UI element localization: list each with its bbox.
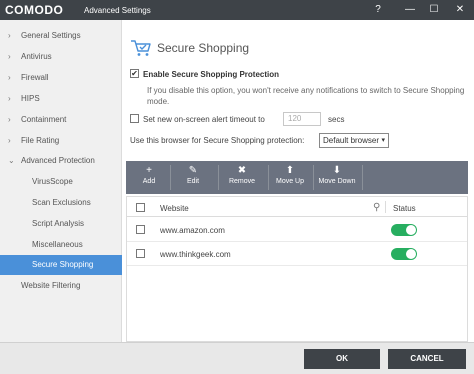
toolbar-divider: [313, 165, 314, 190]
chevron-right-icon: ›: [8, 136, 11, 145]
toggle-knob: [406, 225, 416, 235]
search-icon[interactable]: ⚲: [373, 202, 380, 213]
minimize-button[interactable]: —: [402, 2, 418, 17]
chevron-right-icon: ›: [8, 31, 11, 40]
table-header: Website ⚲ Status: [127, 197, 467, 217]
chevron-right-icon: ›: [8, 73, 11, 82]
ok-button[interactable]: OK: [304, 349, 380, 369]
window-title: Advanced Settings: [84, 6, 151, 15]
move-up-button[interactable]: ⬆ Move Up: [272, 161, 308, 194]
sidebar-item-label: File Rating: [21, 136, 60, 145]
sidebar-item-hips[interactable]: › HIPS: [0, 89, 122, 109]
chevron-right-icon: ›: [8, 94, 11, 103]
select-all-checkbox[interactable]: [136, 203, 145, 212]
enable-secure-shopping-label: Enable Secure Shopping Protection: [143, 70, 280, 79]
row-checkbox[interactable]: [136, 225, 145, 234]
sidebar-item-label: Script Analysis: [32, 219, 85, 228]
sidebar-item-file-rating[interactable]: › File Rating: [0, 131, 122, 151]
move-down-label: Move Down: [318, 178, 356, 185]
remove-icon: ✖: [237, 165, 247, 176]
column-header-status: Status: [393, 204, 416, 213]
alert-timeout-input[interactable]: 120: [283, 112, 321, 126]
remove-button[interactable]: ✖ Remove: [225, 161, 259, 194]
website-cell: www.amazon.com: [160, 226, 225, 235]
remove-label: Remove: [228, 178, 256, 185]
rules-toolbar: + Add ✎ Edit ✖ Remove ⬆ Move Up ⬇ Move D…: [126, 161, 468, 194]
sidebar-item-label: General Settings: [21, 31, 81, 40]
toolbar-divider: [362, 165, 363, 190]
arrow-up-icon: ⬆: [285, 165, 295, 176]
shopping-cart-icon: [131, 40, 151, 56]
maximize-button[interactable]: ☐: [426, 2, 442, 17]
add-label: Add: [142, 178, 156, 185]
sidebar-item-advanced-protection[interactable]: ⌄ Advanced Protection: [0, 151, 122, 171]
sidebar-item-label: Website Filtering: [21, 281, 81, 290]
sidebar-item-antivirus[interactable]: › Antivirus: [0, 47, 122, 67]
sidebar-item-label: Antivirus: [21, 52, 52, 61]
edit-button[interactable]: ✎ Edit: [178, 161, 208, 194]
browser-select[interactable]: Default browser ▾: [319, 133, 389, 148]
table-row[interactable]: www.thinkgeek.com: [127, 242, 467, 266]
column-divider: [385, 201, 386, 213]
toggle-knob: [406, 249, 416, 259]
add-button[interactable]: + Add: [134, 161, 164, 194]
sidebar-item-label: Scan Exclusions: [32, 198, 91, 207]
sidebar-item-secure-shopping[interactable]: Secure Shopping: [0, 255, 122, 275]
table-row[interactable]: www.amazon.com: [127, 218, 467, 242]
toolbar-divider: [268, 165, 269, 190]
sidebar-item-firewall[interactable]: › Firewall: [0, 68, 122, 88]
chevron-right-icon: ›: [8, 115, 11, 124]
enable-note-line2: mode.: [147, 97, 170, 106]
title-bar: COMODO Advanced Settings ? — ☐ ✕: [0, 0, 474, 20]
browser-select-value: Default browser: [323, 136, 380, 145]
chevron-right-icon: ›: [8, 52, 11, 61]
enable-note-line1: If you disable this option, you won't re…: [147, 86, 465, 95]
arrow-down-icon: ⬇: [332, 165, 342, 176]
help-button[interactable]: ?: [370, 2, 386, 17]
sidebar-item-containment[interactable]: › Containment: [0, 110, 122, 130]
pencil-icon: ✎: [188, 165, 198, 176]
sidebar-item-website-filtering[interactable]: Website Filtering: [0, 276, 122, 296]
websites-table: Website ⚲ Status www.amazon.com www.thin…: [126, 196, 468, 342]
move-down-button[interactable]: ⬇ Move Down: [315, 161, 359, 194]
status-toggle[interactable]: [391, 224, 417, 236]
alert-timeout-unit: secs: [328, 115, 345, 124]
cancel-button[interactable]: CANCEL: [388, 349, 466, 369]
edit-label: Edit: [186, 178, 200, 185]
page-title: Secure Shopping: [157, 41, 250, 55]
sidebar-item-label: Secure Shopping: [32, 260, 94, 269]
toolbar-divider: [218, 165, 219, 190]
sidebar-item-miscellaneous[interactable]: Miscellaneous: [0, 235, 122, 255]
toolbar-divider: [170, 165, 171, 190]
move-up-label: Move Up: [275, 178, 304, 185]
row-checkbox[interactable]: [136, 249, 145, 258]
dropdown-arrow-icon: ▾: [381, 137, 385, 144]
status-toggle[interactable]: [391, 248, 417, 260]
column-header-website: Website: [160, 204, 189, 213]
dialog-footer: OK CANCEL: [0, 342, 474, 374]
website-cell: www.thinkgeek.com: [160, 250, 231, 259]
main-content: Secure Shopping ✔ Enable Secure Shopping…: [122, 20, 474, 342]
sidebar-item-label: Containment: [21, 115, 67, 124]
plus-icon: +: [146, 165, 152, 176]
sidebar-item-label: Advanced Protection: [21, 156, 95, 165]
sidebar-item-label: Firewall: [21, 73, 49, 82]
chevron-down-icon: ⌄: [8, 156, 15, 165]
close-button[interactable]: ✕: [452, 2, 468, 17]
alert-timeout-checkbox[interactable]: [130, 114, 139, 123]
sidebar-item-label: HIPS: [21, 94, 40, 103]
sidebar-item-label: VirusScope: [32, 177, 73, 186]
sidebar-item-label: Miscellaneous: [32, 240, 83, 249]
enable-secure-shopping-checkbox[interactable]: ✔: [130, 69, 139, 78]
sidebar: › General Settings › Antivirus › Firewal…: [0, 20, 122, 342]
sidebar-item-script-analysis[interactable]: Script Analysis: [0, 214, 122, 234]
sidebar-item-scan-exclusions[interactable]: Scan Exclusions: [0, 193, 122, 213]
comodo-logo: COMODO: [5, 3, 64, 17]
alert-timeout-label: Set new on-screen alert timeout to: [143, 115, 265, 124]
sidebar-item-general-settings[interactable]: › General Settings: [0, 26, 122, 46]
sidebar-item-virusscope[interactable]: VirusScope: [0, 172, 122, 192]
browser-select-label: Use this browser for Secure Shopping pro…: [130, 136, 305, 145]
